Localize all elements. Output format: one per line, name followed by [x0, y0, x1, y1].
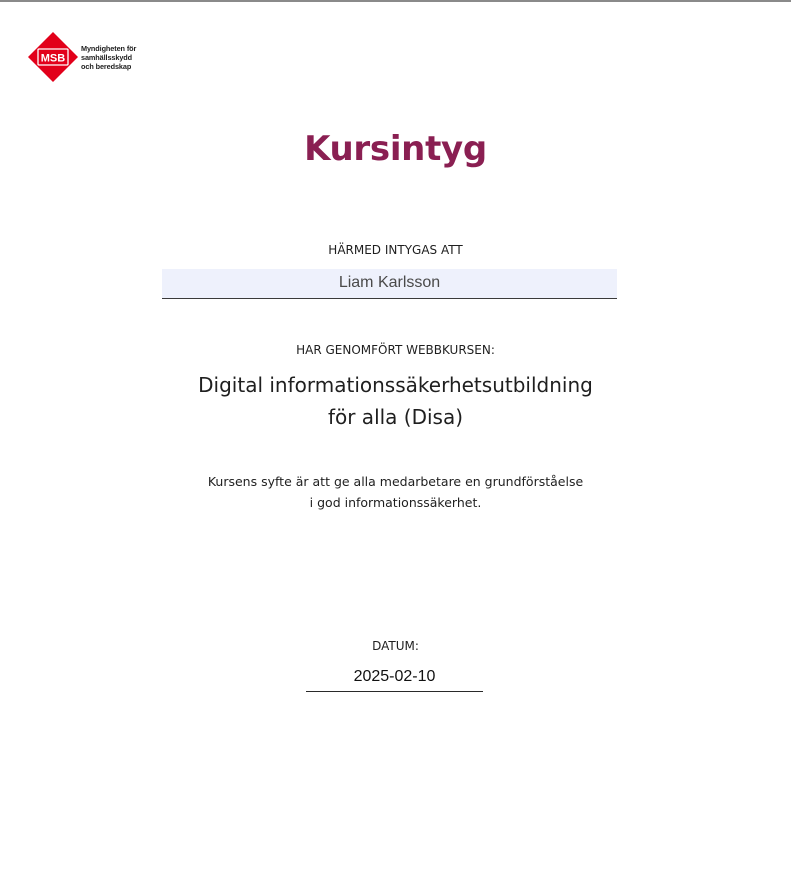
- agency-name-line-3: och beredskap: [81, 61, 132, 71]
- msb-logo: MSB Myndigheten för samhällsskydd och be…: [27, 31, 136, 83]
- course-purpose-line-2: i god informationssäkerhet.: [309, 495, 482, 510]
- top-border: [0, 0, 791, 2]
- logo-abbreviation: MSB: [41, 53, 66, 65]
- agency-name-line-1: Myndigheten för: [81, 43, 137, 53]
- certify-label: HÄRMED INTYGAS ATT: [328, 243, 463, 257]
- date-field[interactable]: 2025-02-10: [306, 666, 483, 692]
- course-purpose: Kursens syfte är att ge alla medarbetare…: [0, 471, 791, 513]
- course-purpose-line-1: Kursens syfte är att ge alla medarbetare…: [207, 474, 584, 489]
- course-title: Digital informationssäkerhetsutbildning …: [0, 369, 791, 433]
- course-title-line-2: för alla (Disa): [327, 405, 464, 429]
- course-title-line-1: Digital informationssäkerhetsutbildning: [198, 373, 593, 397]
- certificate-title: Kursintyg: [304, 129, 487, 169]
- participant-name-field[interactable]: Liam Karlsson: [162, 269, 617, 299]
- agency-name: Myndigheten för samhällsskydd och bereds…: [81, 44, 136, 71]
- date-label: DATUM:: [372, 639, 419, 653]
- msb-logo-icon: MSB: [28, 32, 78, 82]
- course-label: HAR GENOMFÖRT WEBBKURSEN:: [296, 343, 495, 357]
- agency-name-line-2: samhällsskydd: [81, 52, 133, 62]
